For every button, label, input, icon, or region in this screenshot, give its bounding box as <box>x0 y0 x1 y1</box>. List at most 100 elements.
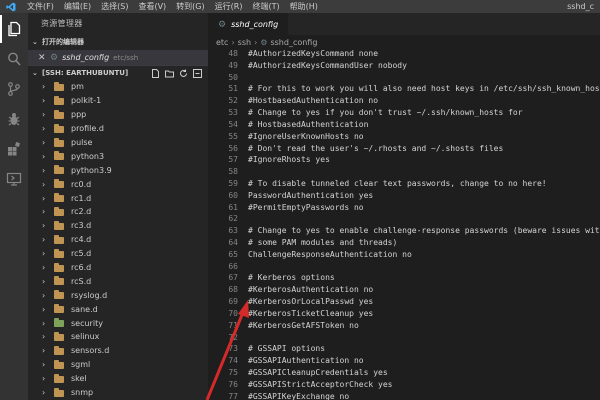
chevron-right-icon: › <box>42 304 46 314</box>
tree-folder-item[interactable]: › rc1.d <box>28 191 208 205</box>
tree-folder-item[interactable]: › ppp <box>28 108 208 122</box>
tree-item-label: sane.d <box>71 304 98 314</box>
line-text: # Don't read the user's ~/.rhosts and ~/… <box>248 143 504 153</box>
code-line: 49 #AuthorizedKeysCommandUser nobody <box>208 60 600 72</box>
search-icon[interactable] <box>0 45 28 73</box>
source-control-icon[interactable] <box>0 75 28 103</box>
line-number: 58 <box>228 167 238 177</box>
tree-folder-item[interactable]: › python3.9 <box>28 163 208 177</box>
tree-folder-item[interactable]: › sensors.d <box>28 344 208 358</box>
tree-folder-item[interactable]: › pm <box>28 80 208 94</box>
line-text: #AuthorizedKeysCommandUser nobody <box>248 60 407 70</box>
tree-folder-item[interactable]: › snmp <box>28 386 208 400</box>
line-text: #KerberosTicketCleanup yes <box>248 308 374 318</box>
tree-folder-item[interactable]: › rc3.d <box>28 219 208 233</box>
menu-item[interactable]: 终端(T) <box>247 1 284 12</box>
tree-folder-item[interactable]: › security <box>28 316 208 330</box>
extensions-icon[interactable] <box>0 135 28 163</box>
line-number: 69 <box>228 297 238 307</box>
menu-item[interactable]: 转到(G) <box>171 1 209 12</box>
line-number: 52 <box>228 96 238 106</box>
folder-icon <box>54 373 65 383</box>
line-text: #KerberosOrLocalPasswd yes <box>248 297 374 307</box>
tree-folder-item[interactable]: › polkit-1 <box>28 94 208 108</box>
line-number: 64 <box>228 238 238 247</box>
code-line: 57 #IgnoreRhosts yes <box>208 154 600 166</box>
ssh-workspace-header[interactable]: ⌄ [SSH: EARTHUBUNTU] <box>28 65 208 80</box>
menu-item[interactable]: 编辑(E) <box>59 1 96 12</box>
folder-icon <box>54 95 65 105</box>
tree-folder-item[interactable]: › rc6.d <box>28 261 208 275</box>
code-line: 68 #KerberosAuthentication no <box>208 284 600 296</box>
line-text: #GSSAPIKeyExchange no <box>248 391 350 400</box>
line-text: #KerberosGetAFSToken no <box>248 320 359 330</box>
line-number: 75 <box>228 367 238 377</box>
chevron-right-icon: › <box>42 290 46 300</box>
tree-folder-item[interactable]: › rc0.d <box>28 177 208 191</box>
menu-item[interactable]: 运行(R) <box>210 1 248 12</box>
code-editor[interactable]: 48 #AuthorizedKeysCommand none 49 #Authoriz… <box>208 48 600 400</box>
line-number: 59 <box>228 178 238 188</box>
tree-folder-item[interactable]: › pulse <box>28 136 208 150</box>
line-text: # HostbasedAuthentication <box>248 119 369 129</box>
tree-folder-item[interactable]: › rc5.d <box>28 247 208 261</box>
remote-explorer-icon[interactable] <box>0 165 28 193</box>
tree-folder-item[interactable]: › rc2.d <box>28 205 208 219</box>
breadcrumb-item[interactable]: sshd_config <box>270 38 317 47</box>
folder-icon <box>54 304 65 314</box>
tab-sshd-config[interactable]: ⚙ sshd_config <box>208 13 289 35</box>
chevron-right-icon: › <box>42 346 46 356</box>
breadcrumb-item[interactable]: etc <box>216 38 228 47</box>
gear-icon: ⚙ <box>218 19 227 30</box>
tree-folder-item[interactable]: › profile.d <box>28 122 208 136</box>
explorer-icon[interactable] <box>0 15 28 43</box>
tree-folder-item[interactable]: › python3 <box>28 149 208 163</box>
tree-folder-item[interactable]: › selinux <box>28 330 208 344</box>
code-line: 73 # GSSAPI options <box>208 343 600 355</box>
menu-item[interactable]: 帮助(H) <box>285 1 323 12</box>
tree-folder-item[interactable]: › rcS.d <box>28 274 208 288</box>
gear-icon: ⚙ <box>260 38 268 47</box>
chevron-right-icon: › <box>42 207 46 217</box>
chevron-right-icon: › <box>42 235 46 245</box>
tree-folder-item[interactable]: › sane.d <box>28 302 208 316</box>
chevron-right-icon: › <box>42 179 46 189</box>
chevron-right-icon: › <box>42 318 46 328</box>
close-icon[interactable]: ✕ <box>38 53 50 63</box>
code-line: 63 # Change to yes to enable challenge-re… <box>208 225 600 237</box>
code-line: 67 # Kerberos options <box>208 272 600 284</box>
code-line: 75 #GSSAPICleanupCredentials yes <box>208 367 600 379</box>
line-text: # Change to yes to enable challenge-resp… <box>248 226 600 236</box>
tree-item-label: rc1.d <box>71 193 92 203</box>
chevron-right-icon: › <box>42 374 46 384</box>
code-line: 77 #GSSAPIKeyExchange no <box>208 391 600 400</box>
collapse-all-icon[interactable] <box>193 68 202 78</box>
debug-icon[interactable] <box>0 105 28 133</box>
line-number: 67 <box>228 273 238 283</box>
open-editor-item[interactable]: ✕ ⚙ sshd_config etc/ssh <box>28 50 208 65</box>
line-number: 48 <box>228 49 238 58</box>
breadcrumb-item[interactable]: ssh <box>238 38 251 47</box>
tree-folder-item[interactable]: › rc4.d <box>28 233 208 247</box>
new-file-icon[interactable] <box>151 68 160 78</box>
tree-item-label: python3 <box>71 151 105 161</box>
menu-item[interactable]: 查看(V) <box>133 1 171 12</box>
chevron-right-icon: › <box>42 360 46 370</box>
chevron-right-icon: › <box>42 276 46 286</box>
chevron-right-icon: › <box>42 96 46 106</box>
refresh-icon[interactable] <box>179 69 188 78</box>
open-editors-header[interactable]: ⌄ 打开的编辑器 <box>28 35 208 50</box>
new-folder-icon[interactable] <box>165 69 174 78</box>
menu-item[interactable]: 文件(F) <box>22 1 59 12</box>
tree-folder-item[interactable]: › sgml <box>28 358 208 372</box>
code-line: 59 # To disable tunneled clear text passw… <box>208 178 600 190</box>
folder-icon <box>54 220 65 230</box>
menu-item[interactable]: 选择(S) <box>96 1 133 12</box>
tree-folder-item[interactable]: › skel <box>28 372 208 386</box>
tree-folder-item[interactable]: › rsyslog.d <box>28 288 208 302</box>
line-number: 68 <box>228 285 238 295</box>
file-tree: › pm › polkit-1 › ppp › profile.d › pulse › python3… <box>28 80 208 400</box>
folder-icon <box>54 234 65 244</box>
line-text: # Kerberos options <box>248 273 335 283</box>
folder-icon <box>54 137 65 147</box>
